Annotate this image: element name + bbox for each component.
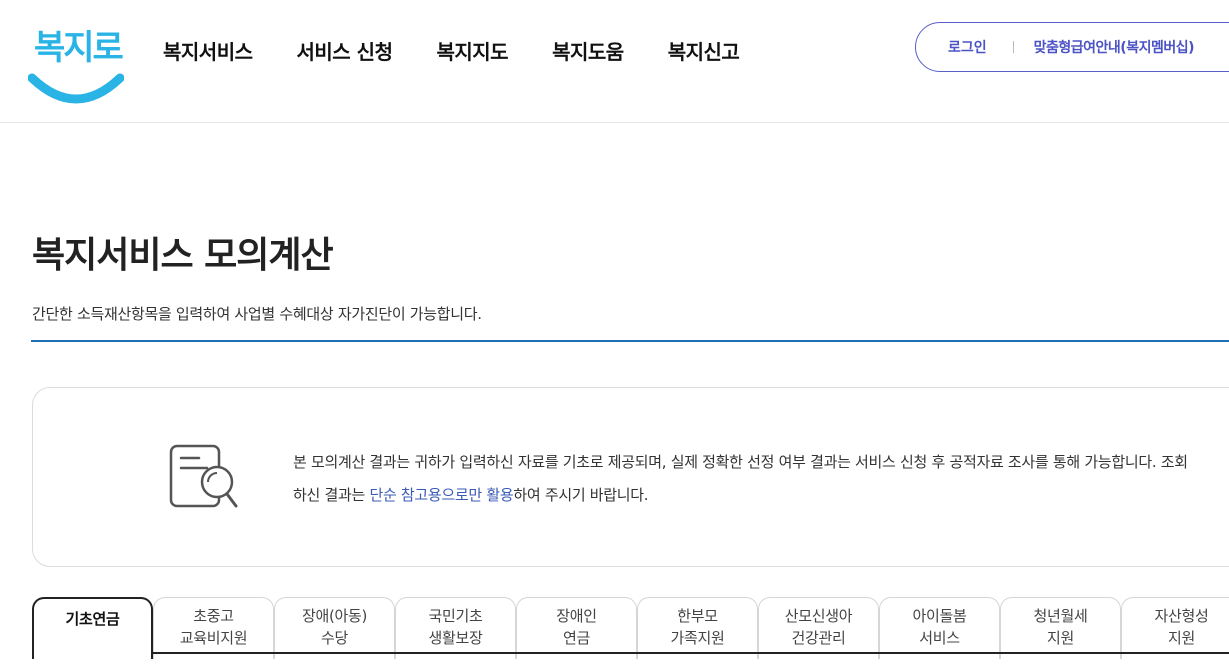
tab-label: 초중고 교육비지원 xyxy=(179,607,248,647)
utility-divider xyxy=(1012,41,1014,53)
page-description: 간단한 소득재산항목을 입력하여 사업별 수혜대상 자가진단이 가능합니다. xyxy=(32,305,482,323)
tab-label: 자산형성 지원 xyxy=(1154,607,1209,647)
tab-basic-pension[interactable]: 기초연금 xyxy=(32,597,153,659)
tab-label: 한부모 가족지원 xyxy=(670,607,725,647)
nav-item-welfare-service[interactable]: 복지서비스 xyxy=(163,36,253,65)
tab-basic-livelihood[interactable]: 국민기초 생활보장 xyxy=(395,597,516,659)
login-link[interactable]: 로그인 xyxy=(948,37,987,57)
tab-maternal-newborn-care[interactable]: 산모신생아 건강관리 xyxy=(758,597,879,659)
tab-school-education-support[interactable]: 초중고 교육비지원 xyxy=(153,597,274,659)
tab-label: 청년월세 지원 xyxy=(1033,607,1088,647)
title-divider xyxy=(31,340,1229,342)
membership-link[interactable]: 맞춤형급여안내(복지멤버십) xyxy=(1034,37,1195,57)
main-nav: 복지서비스 서비스 신청 복지지도 복지도움 복지신고 xyxy=(163,36,783,65)
tab-asset-building-support[interactable]: 자산형성 지원 xyxy=(1121,597,1229,659)
notice-text-end: 하여 주시기 바랍니다. xyxy=(513,486,649,504)
site-logo[interactable]: 복지로 xyxy=(28,20,124,104)
page-title: 복지서비스 모의계산 xyxy=(32,235,334,276)
nav-item-welfare-map[interactable]: 복지지도 xyxy=(436,36,508,65)
site-header: 복지로 복지서비스 서비스 신청 복지지도 복지도움 복지신고 로그인 맞춤형급… xyxy=(0,0,1229,123)
notice-text: 본 모의계산 결과는 귀하가 입력하신 자료를 기초로 제공되며, 실제 정확한… xyxy=(293,446,1193,512)
tab-label: 국민기초 생활보장 xyxy=(428,607,483,647)
document-search-icon xyxy=(169,444,238,508)
tab-single-parent-support[interactable]: 한부모 가족지원 xyxy=(637,597,758,659)
notice-box: 본 모의계산 결과는 귀하가 입력하신 자료를 기초로 제공되며, 실제 정확한… xyxy=(32,387,1229,567)
nav-item-welfare-help[interactable]: 복지도움 xyxy=(552,36,624,65)
utility-menu: 로그인 맞춤형급여안내(복지멤버십) xyxy=(915,22,1229,72)
calculator-tabs: 기초연금 초중고 교육비지원 장애(아동) 수당 국민기초 생활보장 장애인 연… xyxy=(32,597,1229,659)
nav-item-welfare-report[interactable]: 복지신고 xyxy=(668,36,740,65)
logo-smile-icon xyxy=(28,73,124,104)
tab-child-care-service[interactable]: 아이돌봄 서비스 xyxy=(879,597,1000,659)
tabs-divider xyxy=(153,652,1229,654)
tab-label: 아이돌봄 서비스 xyxy=(912,607,967,647)
tab-disability-child-allowance[interactable]: 장애(아동) 수당 xyxy=(274,597,395,659)
logo-text: 복지로 xyxy=(34,28,124,68)
tab-label: 장애인 연금 xyxy=(556,607,597,647)
tab-disability-pension[interactable]: 장애인 연금 xyxy=(516,597,637,659)
tab-label: 산모신생아 건강관리 xyxy=(784,607,853,647)
notice-highlight: 단순 참고용으로만 활용 xyxy=(369,486,514,504)
nav-item-service-apply[interactable]: 서비스 신청 xyxy=(297,36,393,65)
tab-youth-rent-support[interactable]: 청년월세 지원 xyxy=(1000,597,1121,659)
tab-label: 장애(아동) 수당 xyxy=(301,607,368,647)
tab-label: 기초연금 xyxy=(65,610,120,628)
